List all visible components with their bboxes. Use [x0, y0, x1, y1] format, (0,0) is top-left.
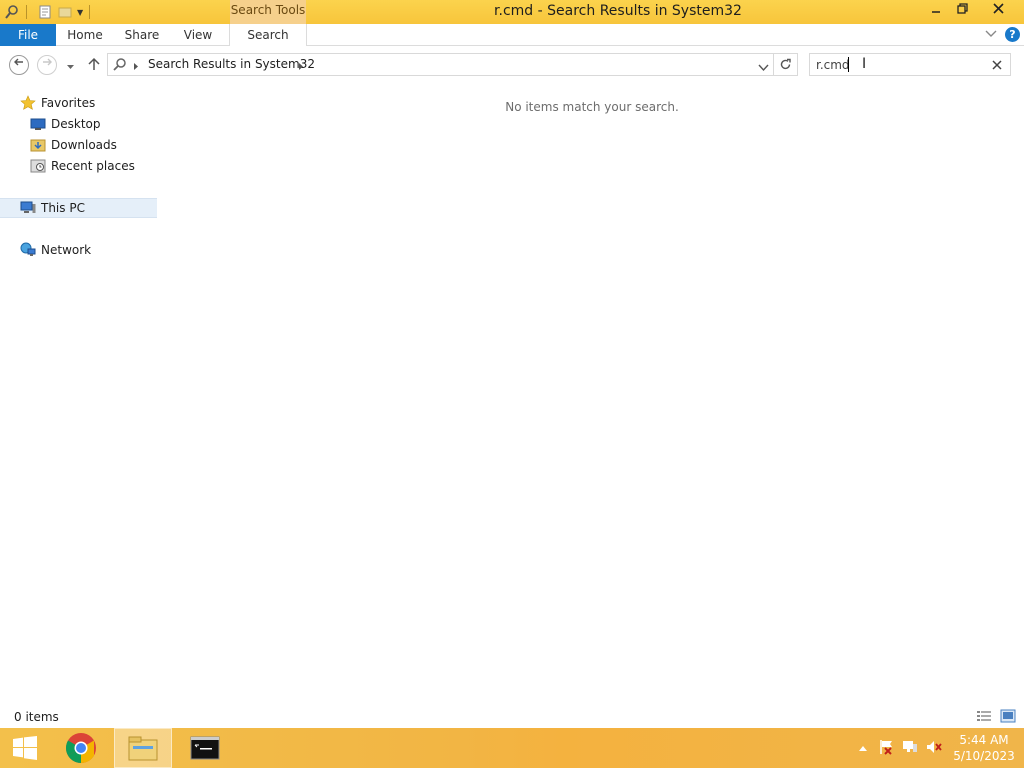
nav-label-recent-places: Recent places [51, 159, 135, 173]
nav-item-this-pc[interactable]: This PC [0, 198, 157, 218]
desktop-icon [30, 116, 46, 132]
tab-home[interactable]: Home [60, 24, 110, 46]
taskbar-clock[interactable]: 5:44 AM 5/10/2023 [952, 732, 1016, 764]
nav-item-downloads[interactable]: Downloads [0, 135, 157, 155]
address-divider [773, 54, 774, 75]
action-center-flag-icon[interactable] [878, 739, 894, 758]
breadcrumb[interactable]: Search Results in System32 [148, 54, 315, 75]
clock-time: 5:44 AM [959, 733, 1009, 747]
nav-item-network[interactable]: Network [0, 240, 157, 260]
ibeam-cursor-icon: I [862, 56, 867, 72]
navigation-bar: Search Results in System32 r.cmd I [0, 47, 1024, 82]
downloads-folder-icon [30, 137, 46, 153]
nav-item-desktop[interactable]: Desktop [0, 114, 157, 134]
empty-results-message: No items match your search. [505, 100, 679, 114]
status-bar: 0 items [0, 706, 1024, 728]
refresh-icon[interactable] [779, 58, 792, 74]
computer-icon [20, 200, 36, 216]
nav-label-downloads: Downloads [51, 138, 117, 152]
search-box[interactable]: r.cmd I [809, 53, 1011, 76]
search-input[interactable]: r.cmd [816, 58, 850, 72]
command-prompt-taskbar-button[interactable] [176, 728, 234, 768]
nav-label-desktop: Desktop [51, 117, 101, 131]
nav-label-favorites: Favorites [41, 96, 96, 110]
details-view-icon[interactable] [976, 709, 992, 726]
address-history-dropdown[interactable] [758, 61, 769, 75]
network-status-icon[interactable] [902, 739, 918, 758]
view-switcher [976, 709, 1016, 726]
search-location-icon [112, 57, 127, 75]
tab-search[interactable]: Search [229, 24, 307, 46]
network-icon [20, 242, 36, 258]
recent-locations-dropdown[interactable] [66, 60, 75, 74]
taskbar: 5:44 AM 5/10/2023 [0, 728, 1024, 768]
back-button[interactable] [9, 55, 29, 75]
clock-date: 5/10/2023 [953, 749, 1015, 763]
show-desktop-button[interactable] [1016, 728, 1024, 768]
expand-ribbon-icon[interactable] [985, 28, 997, 42]
tab-view[interactable]: View [174, 24, 222, 46]
nav-item-recent-places[interactable]: Recent places [0, 156, 157, 176]
restore-button[interactable] [948, 0, 976, 22]
show-hidden-icons-icon[interactable] [858, 741, 868, 755]
chrome-taskbar-button[interactable] [52, 728, 110, 768]
chrome-icon [65, 733, 96, 763]
help-icon[interactable]: ? [1005, 27, 1020, 42]
star-icon [20, 95, 36, 111]
volume-muted-icon[interactable] [926, 739, 942, 758]
file-list-area[interactable]: No items match your search. [157, 82, 1024, 706]
item-count: 0 items [14, 710, 59, 724]
breadcrumb-chevron-icon[interactable] [298, 60, 304, 74]
recent-places-icon [30, 158, 46, 174]
navigation-pane: Favorites Desktop Downloads Recent place… [0, 82, 157, 706]
nav-item-favorites[interactable]: Favorites [0, 93, 157, 113]
file-explorer-taskbar-button[interactable] [114, 728, 172, 768]
start-button[interactable] [0, 728, 50, 768]
minimize-button[interactable] [922, 0, 950, 22]
nav-label-this-pc: This PC [41, 201, 85, 215]
forward-button[interactable] [37, 55, 57, 75]
up-button[interactable] [87, 57, 101, 74]
system-tray: 5:44 AM 5/10/2023 [858, 728, 1024, 768]
window-title: r.cmd - Search Results in System32 [494, 3, 742, 19]
clear-search-icon[interactable] [992, 59, 1002, 73]
breadcrumb-chevron-icon[interactable] [133, 60, 139, 74]
windows-logo-icon [13, 736, 37, 760]
tab-share[interactable]: Share [116, 24, 168, 46]
large-icons-view-icon[interactable] [1000, 709, 1016, 726]
ribbon-controls: ? [985, 27, 1020, 42]
file-explorer-icon [128, 736, 158, 761]
ribbon-tab-bar: File Home Share View Search ? [0, 24, 1024, 46]
tab-file[interactable]: File [0, 24, 56, 46]
command-prompt-icon [190, 736, 220, 760]
text-caret [848, 57, 849, 72]
title-bar: ▼ Search Tools r.cmd - Search Results in… [0, 0, 1024, 24]
close-button[interactable] [984, 0, 1012, 22]
address-bar[interactable]: Search Results in System32 [107, 53, 798, 76]
nav-label-network: Network [41, 243, 92, 257]
